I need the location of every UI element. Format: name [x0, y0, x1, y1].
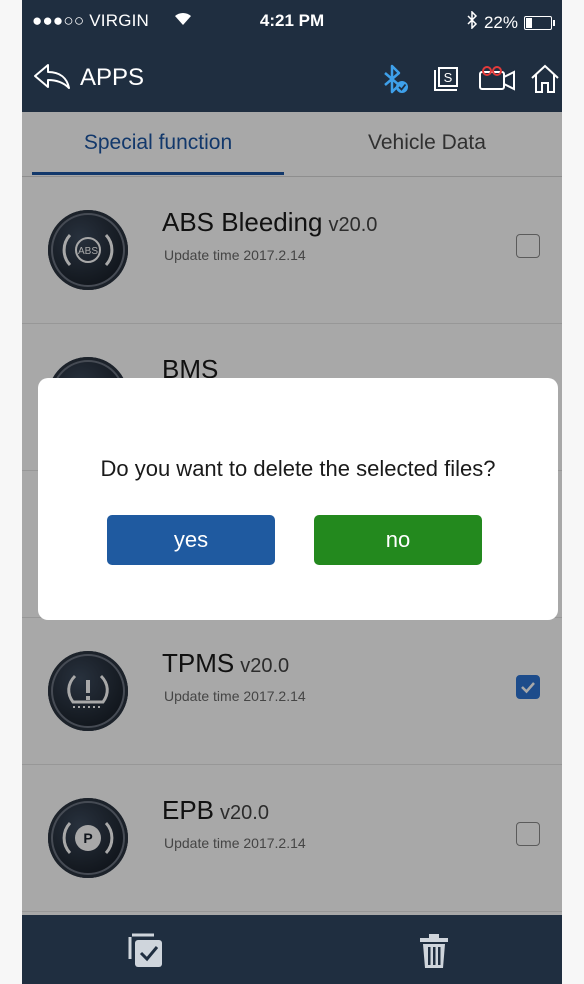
s-box-icon[interactable]: S	[429, 62, 463, 96]
battery-icon	[524, 15, 555, 30]
app-header: APPS S	[22, 44, 562, 112]
dialog-message: Do you want to delete the selected files…	[100, 456, 496, 481]
app-screen: ●●●○○ VIRGIN 4:21 PM 22% APPS S Special …	[22, 0, 562, 984]
trash-icon[interactable]	[414, 931, 454, 971]
bluetooth-status-icon	[466, 10, 478, 34]
select-all-icon[interactable]	[126, 931, 166, 971]
confirm-delete-dialog: Do you want to delete the selected files…	[38, 378, 558, 620]
bluetooth-icon[interactable]	[377, 62, 411, 96]
battery-indicator: 22%	[466, 10, 555, 34]
yes-button[interactable]: yes	[107, 515, 275, 565]
battery-percent: 22%	[483, 12, 518, 32]
status-bar: ●●●○○ VIRGIN 4:21 PM 22%	[22, 0, 562, 44]
home-icon[interactable]	[528, 62, 562, 96]
back-arrow-icon	[32, 61, 72, 96]
back-button[interactable]: APPS	[32, 60, 144, 96]
svg-text:S: S	[444, 70, 453, 85]
page-title: APPS	[80, 64, 145, 91]
camera-icon[interactable]	[477, 62, 517, 96]
no-button[interactable]: no	[314, 515, 482, 565]
bottom-toolbar	[22, 915, 562, 984]
